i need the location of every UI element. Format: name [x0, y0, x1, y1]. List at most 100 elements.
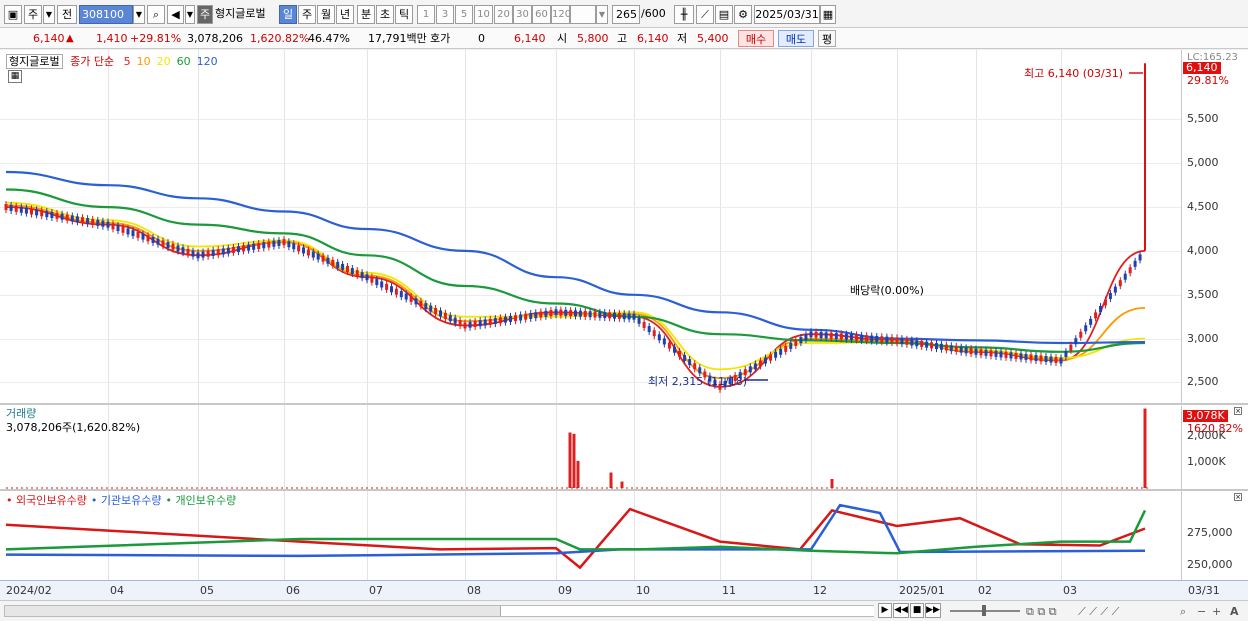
draw-icons[interactable]: ⟋ ⟋ ⟋ ⟋: [1078, 603, 1119, 620]
candle-body: [131, 230, 135, 237]
candle-body: [647, 326, 651, 333]
chart-area[interactable]: 5,500 5,000 4,500 4,000 3,500 3,000 2,500 LC:1…: [0, 50, 1248, 601]
candle-body: [19, 206, 23, 213]
period-button-2[interactable]: 월: [317, 5, 335, 24]
zoom-slider-handle[interactable]: [982, 605, 986, 616]
ma-title: 종가 단순: [70, 55, 115, 68]
candle-body: [267, 241, 271, 248]
candle-body: [394, 288, 398, 295]
chart-toolbar: ▣ 주 ▼ 전 308100 ▼ ⌕ ◀ ▼ 주 형지글로벌 일주월년분초틱 1…: [0, 0, 1248, 28]
forward-icon[interactable]: ▶▶: [925, 603, 941, 618]
rewind-icon[interactable]: ◀◀: [893, 603, 909, 618]
ma-line-60: [5, 188, 1146, 353]
interval-button-1[interactable]: 1: [417, 5, 435, 24]
search-icon[interactable]: ⌕: [147, 5, 165, 24]
candle-body: [1064, 351, 1068, 358]
calendar-icon[interactable]: ▦: [820, 5, 836, 24]
x-label-10: 2025/01: [899, 584, 945, 597]
scroll-right-icon[interactable]: ▶: [878, 603, 892, 618]
candle-body: [578, 310, 582, 317]
candle-body: [829, 332, 833, 339]
chart-scrollbar[interactable]: ▶ ◀◀ ■ ▶▶ ⧉ ⧉ ⧉ ⟋ ⟋ ⟋ ⟋ ⌕ − + A: [0, 600, 1248, 621]
candle-body: [819, 331, 823, 338]
candle-body: [14, 205, 18, 212]
zoom-icon[interactable]: ⌕: [1180, 603, 1186, 620]
candle-body: [844, 333, 848, 340]
candle-body: [151, 236, 155, 243]
candle-body: [443, 312, 447, 319]
candle-body: [399, 291, 403, 298]
candle-body: [55, 212, 59, 219]
interval-input[interactable]: [570, 5, 596, 24]
candle-body: [920, 340, 924, 347]
zoom-out-icon[interactable]: −: [1197, 603, 1206, 620]
candle-body: [24, 207, 28, 214]
interval-button-120[interactable]: 120: [551, 5, 570, 24]
candle-body: [593, 311, 597, 318]
period-button-1[interactable]: 주: [298, 5, 316, 24]
period-button-0[interactable]: 일: [279, 5, 297, 24]
candle-body: [890, 337, 894, 344]
code-dropdown-icon[interactable]: ▼: [133, 5, 145, 24]
candle-body: [297, 245, 301, 252]
candle-body: [91, 218, 95, 225]
table-icon[interactable]: ▦: [8, 70, 22, 83]
save-icon[interactable]: ▤: [715, 5, 733, 24]
stop-icon[interactable]: ■: [910, 603, 924, 618]
candle-body: [331, 259, 335, 266]
prev-button[interactable]: 전: [57, 5, 77, 24]
draw-tool-icon[interactable]: ⟋: [696, 5, 714, 24]
scroll-track[interactable]: [4, 605, 874, 617]
period-button-4[interactable]: 분: [357, 5, 375, 24]
period-button-3[interactable]: 년: [336, 5, 354, 24]
gear-icon[interactable]: ⚙: [734, 5, 752, 24]
pane-divider-holding[interactable]: [0, 489, 1248, 491]
candle-body: [350, 268, 354, 275]
candle-body: [784, 345, 788, 352]
candle-body: [789, 342, 793, 349]
stock-name: 형지글로벌: [215, 7, 266, 20]
close-holding-icon[interactable]: ×: [1234, 493, 1242, 501]
candle-body: [865, 335, 869, 342]
candle-body: [311, 251, 315, 258]
candle-body: [875, 335, 879, 342]
candle-body: [809, 331, 813, 338]
sell-button[interactable]: 매도: [778, 30, 814, 47]
period-type-select[interactable]: 주: [24, 5, 42, 24]
candle-icon[interactable]: ╫: [674, 5, 694, 24]
interval-button-60[interactable]: 60: [532, 5, 551, 24]
stock-code-input[interactable]: 308100: [79, 5, 133, 24]
font-size-icon[interactable]: A: [1230, 603, 1239, 620]
period-button-5[interactable]: 초: [376, 5, 394, 24]
interval-dropdown-icon[interactable]: ▼: [596, 5, 608, 24]
candle-body: [1138, 254, 1142, 261]
interval-button-20[interactable]: 20: [494, 5, 513, 24]
candle-body: [434, 307, 438, 314]
candle-body: [96, 219, 100, 226]
candle-body: [617, 312, 621, 319]
candle-body: [262, 242, 266, 249]
candle-body: [860, 334, 864, 341]
interval-button-5[interactable]: 5: [455, 5, 473, 24]
date-input[interactable]: 2025/03/31: [754, 5, 820, 24]
interval-button-3[interactable]: 3: [436, 5, 454, 24]
candle-body: [9, 204, 13, 211]
chevron-down-icon[interactable]: ▼: [43, 5, 55, 24]
candle-body: [493, 318, 497, 325]
speaker-icon[interactable]: ◀: [167, 5, 184, 24]
interval-button-10[interactable]: 10: [474, 5, 493, 24]
candle-body: [336, 261, 340, 268]
window-icon[interactable]: ▣: [4, 5, 22, 24]
evaluate-button[interactable]: 평: [818, 30, 836, 47]
candle-body: [1044, 355, 1048, 362]
zoom-in-icon[interactable]: +: [1212, 603, 1221, 620]
layout-icons[interactable]: ⧉ ⧉ ⧉: [1026, 603, 1057, 620]
interval-button-30[interactable]: 30: [513, 5, 532, 24]
pane-divider-volume[interactable]: [0, 403, 1248, 405]
close-volume-icon[interactable]: ×: [1234, 407, 1242, 415]
period-button-6[interactable]: 틱: [395, 5, 413, 24]
scroll-thumb[interactable]: [500, 606, 874, 616]
speaker-dropdown-icon[interactable]: ▼: [185, 5, 195, 24]
buy-button[interactable]: 매수: [738, 30, 774, 47]
count-input[interactable]: 265: [612, 5, 640, 24]
